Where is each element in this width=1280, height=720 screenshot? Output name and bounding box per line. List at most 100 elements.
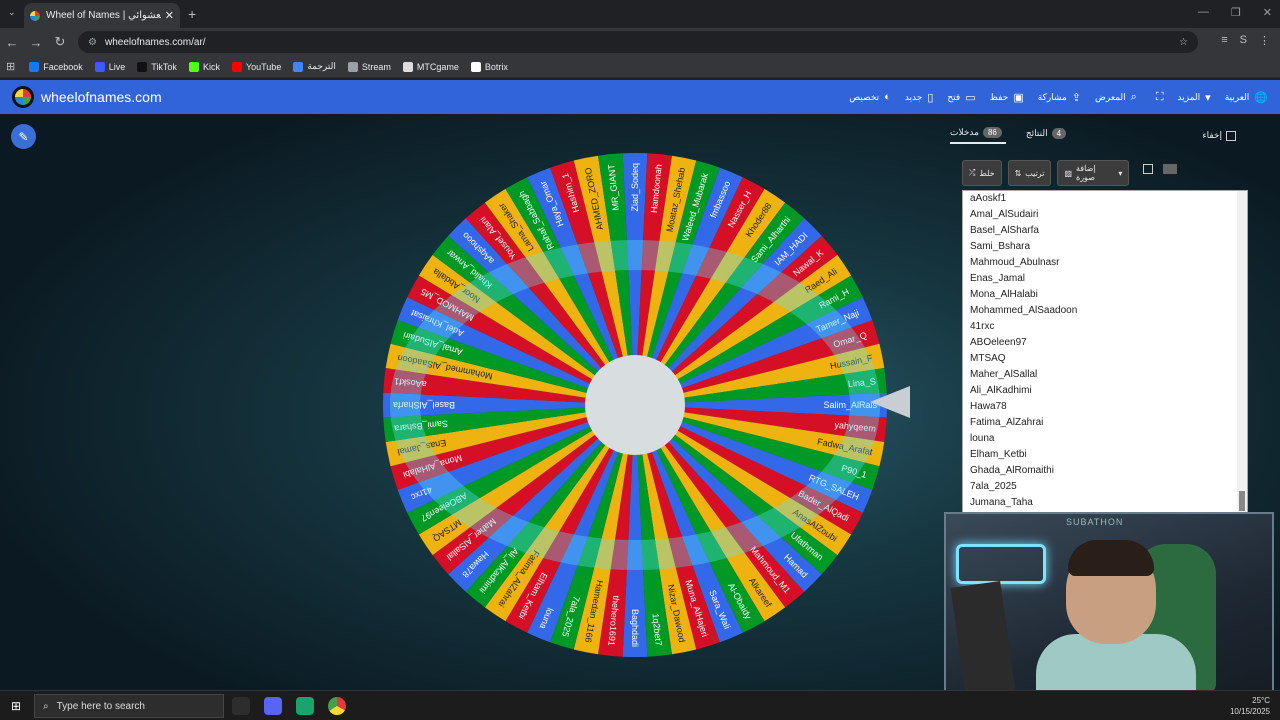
bookmark-label: TikTok [151,61,177,72]
media-control-icon[interactable]: ≡ [1221,34,1227,47]
entries-tab-label: مدخلات [950,126,979,137]
globe-icon: 🌐 [1254,91,1268,104]
menu-item[interactable]: مشاركة ⇪ [1038,91,1081,104]
entry-item[interactable]: Fatima_AlZahrai [963,415,1247,431]
entry-item[interactable]: aAoskf1 [963,191,1247,207]
menu-item[interactable]: تخصيص ◐ [849,91,891,103]
bookmark-favicon-icon [29,61,40,72]
sort-button[interactable]: ⇅ ترتيب [1007,160,1052,186]
bookmark-item[interactable]: MTCgame [402,61,459,72]
bookmark-label: Kick [202,61,220,72]
browser-tab[interactable]: Wheel of Names | عجلة الاسم العشوائي ✕ [24,3,180,28]
webcam-watermark: SUBATHON [1066,517,1124,527]
menu-item[interactable]: جديد ▯ [905,91,934,104]
taskbar-apps [232,697,346,715]
entries-textarea[interactable]: aAoskf1 Amal_AlSudairi Basel_AlSharfa Sami_… [962,190,1248,520]
bookmark-item[interactable]: Kick [188,61,220,72]
bookmark-item[interactable]: Stream [347,61,391,72]
advanced-grid-icon[interactable] [1163,164,1178,174]
bookmark-favicon-icon [188,61,199,72]
bookmark-item[interactable]: TikTok [137,61,177,72]
entry-item[interactable]: Hawa78 [963,399,1247,415]
menu-item[interactable]: المعرض ⌕ [1095,91,1137,104]
close-tab-icon[interactable]: ✕ [165,9,174,22]
apps-grid-icon[interactable]: ⊞ [6,60,15,73]
bookmark-star-icon[interactable]: ☆ [1179,37,1188,48]
entry-item[interactable]: ABOeleen97 [963,335,1247,351]
wheel-logo-icon[interactable] [12,86,34,108]
scroll-thumb[interactable] [1239,491,1245,511]
tab-title: Wheel of Names | عجلة الاسم العشوائي [46,10,161,21]
entry-item[interactable]: Ghada_AlRomaithi [963,463,1247,479]
entries-panel: مدخلات 86 النتائج 4 إخفاء ⤮ خلط ⇅ ترتيب ▨ إ… [950,124,1260,564]
entries-scrollbar[interactable] [1237,191,1247,519]
entry-item[interactable]: 7ala_2025 [963,479,1247,495]
entry-item[interactable]: Enas_Jamal [963,271,1247,287]
name-wheel[interactable]: Salim_AlRaisyahyqeemFadwa_ArafatP90_1RTG… [380,150,890,660]
shuffle-icon: ⤮ [969,168,976,177]
menu-item-label: المعرض [1095,91,1126,102]
tray-weather: 25°C [1252,696,1270,705]
tray-date[interactable]: 10/15/2025 [1230,706,1270,717]
shuffle-button[interactable]: ⤮ خلط [962,160,1002,186]
wheel-center-hub[interactable] [585,355,685,455]
task-view-icon[interactable] [232,697,250,715]
advanced-checkbox[interactable] [1143,164,1154,174]
app-icon[interactable] [296,697,314,715]
entry-item[interactable]: louna [963,431,1247,447]
address-bar[interactable]: ⚙ wheelofnames.com/ar/ ☆ [78,31,1198,53]
entry-item[interactable]: Maher_AlSallal [963,367,1247,383]
new-tab-button[interactable]: + [188,6,196,22]
entry-item[interactable]: Mohammed_AlSaadoon [963,303,1247,319]
shuffle-label: خلط [979,168,995,178]
reload-icon[interactable]: ↻ [48,34,72,50]
entry-item[interactable]: 41rxc [963,319,1247,335]
back-icon[interactable]: ← [0,35,24,50]
profile-avatar[interactable]: S [1240,34,1247,47]
tab-entries[interactable]: مدخلات 86 [950,126,1006,144]
bookmark-item[interactable]: Botrix [470,61,508,72]
edit-pencil-button[interactable]: ✎ [11,124,36,149]
chrome-icon[interactable] [328,697,346,715]
menu-item[interactable]: حفظ ▣ [990,91,1024,104]
entry-item[interactable]: Basel_AlSharfa [963,223,1247,239]
entry-item[interactable]: MTSAQ [963,351,1247,367]
site-info-icon[interactable]: ⚙ [88,37,97,48]
entry-item[interactable]: Elham_Ketbi [963,447,1247,463]
forward-icon[interactable]: → [24,35,48,50]
new-file-icon: ▯ [927,91,934,104]
bookmark-item[interactable]: Live [94,61,125,72]
entry-item[interactable]: Sami_Bshara [963,239,1247,255]
discord-icon[interactable] [264,697,282,715]
wheel-slice-label: Baghdadi [630,609,640,647]
hide-toggle[interactable]: إخفاء [1202,130,1236,141]
menu-item[interactable]: فتح ▭ [947,91,975,104]
hide-checkbox[interactable] [1226,130,1236,141]
tab-results[interactable]: النتائج 4 [1026,127,1070,143]
search-placeholder: Type here to search [56,700,145,712]
entry-item[interactable]: Amal_AlSudairi [963,207,1247,223]
bookmark-item[interactable]: الترجمة [293,61,336,72]
browser-tab-strip: ⌄ Wheel of Names | عجلة الاسم العشوائي ✕… [0,0,1280,28]
entry-item[interactable]: Mahmoud_Abulnasr [963,255,1247,271]
entry-item[interactable]: Mona_AlHalabi [963,287,1247,303]
brand-title[interactable]: wheelofnames.com [41,89,162,105]
entry-item[interactable]: Ali_AlKadhimi [963,383,1247,399]
entry-controls: ⤮ خلط ⇅ ترتيب ▨ إضافة صورة ▾ [962,160,1178,186]
add-image-button[interactable]: ▨ إضافة صورة ▾ [1057,160,1130,186]
tab-search-button[interactable]: ⌄ [8,7,16,18]
add-image-label: إضافة صورة [1076,164,1096,182]
close-window-icon[interactable]: ✕ [1263,6,1272,19]
minimize-icon[interactable]: — [1198,6,1209,19]
maximize-icon[interactable]: ❐ [1231,6,1241,19]
bookmark-item[interactable]: Facebook [29,61,83,72]
bookmark-item[interactable]: YouTube [231,61,281,72]
entry-item[interactable]: Jumana_Taha [963,495,1247,511]
menu-item[interactable]: المزيد ▾ [1178,91,1211,104]
taskbar-search[interactable]: ⌕ Type here to search [34,694,224,718]
menu-item[interactable]: العربية 🌐 [1225,91,1268,104]
system-tray: 25°C 10/15/2025 [1230,695,1270,717]
browser-menu-icon[interactable]: ⋮ [1259,34,1270,47]
windows-start-icon[interactable]: ⊞ [0,699,32,713]
menu-item[interactable]: ⛶ [1151,91,1164,104]
